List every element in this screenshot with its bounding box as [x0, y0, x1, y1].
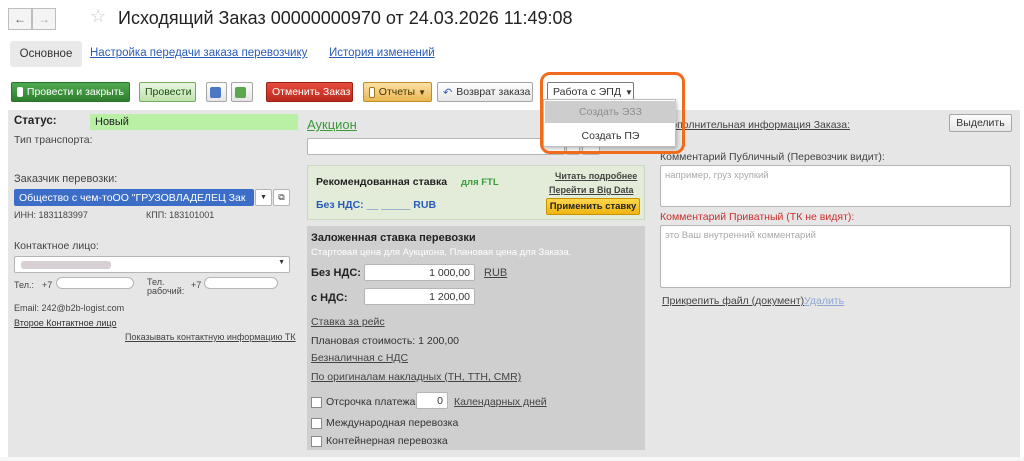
status-label: Статус: — [14, 115, 57, 127]
chevron-down-icon: ▼ — [278, 259, 285, 266]
customer-field[interactable]: Общество с чем-тоОО "ГРУЗОВЛАДЕЛЕЦ Зак — [14, 189, 254, 206]
with-vat-input[interactable]: 1 200,00 — [364, 288, 475, 305]
private-comment-textarea[interactable]: это Ваш внутренний комментарий — [660, 225, 1011, 288]
read-more-link[interactable]: Читать подробнее — [555, 171, 637, 181]
tab-carrier-settings[interactable]: Настройка передачи заказа перевозчику — [90, 47, 307, 59]
undo-arrow-icon: ↶ — [443, 86, 453, 99]
tel-input[interactable] — [56, 277, 134, 289]
tab-history[interactable]: История изменений — [329, 47, 435, 59]
return-order-button[interactable]: ↶ Возврат заказа — [437, 82, 533, 102]
cashless-link[interactable]: Безналичная с НДС — [311, 352, 408, 364]
save-button[interactable] — [206, 82, 227, 102]
customer-open-button[interactable]: ⧉ — [273, 189, 290, 206]
second-contact-link[interactable]: Второе Контактное лицо — [14, 318, 116, 328]
document-icon — [17, 87, 23, 97]
epd-dropdown-menu: Создать ЭЗЗ Создать ПЭ — [543, 99, 676, 147]
no-vat-label: Без НДС: — [311, 267, 361, 279]
deferral-input[interactable]: 0 — [416, 392, 448, 409]
chevron-down-icon: ▼ — [418, 87, 426, 97]
rec-no-vat: Без НДС: __ _____ RUB — [316, 199, 437, 211]
panel-bottom-strip — [0, 457, 1024, 461]
calendar-days-link[interactable]: Календарных дней — [454, 396, 547, 408]
auction-field[interactable] — [307, 138, 565, 155]
customer-label: Заказчик перевозки: — [14, 173, 118, 185]
reports-button[interactable]: Отчеты ▼ — [363, 82, 432, 102]
plan-cost-text: Плановая стоимость: 1 200,00 — [311, 335, 459, 347]
report-icon — [369, 86, 375, 98]
redacted-contact — [21, 261, 111, 269]
favorite-star-icon[interactable]: ☆ — [90, 6, 106, 27]
apply-rate-button[interactable]: Применить ставку — [546, 198, 640, 215]
email-text: Email: 242@b2b-logist.com — [14, 303, 125, 313]
forward-button[interactable]: → — [32, 8, 56, 30]
copy-button[interactable] — [231, 82, 253, 102]
rec-ftl: для FTL — [461, 177, 499, 188]
back-button[interactable]: ← — [8, 8, 32, 30]
tel-work-prefix: +7 — [191, 280, 202, 290]
arrow-right-icon: → — [38, 12, 50, 26]
additional-info-link[interactable]: Дополнительная информация Заказа: — [664, 119, 850, 131]
public-comment-label: Комментарий Публичный (Перевозчик видит)… — [660, 151, 885, 163]
no-vat-input[interactable]: 1 000,00 — [364, 264, 475, 281]
currency-link[interactable]: RUB — [484, 267, 507, 279]
chevron-down-icon: ▼ — [260, 194, 267, 201]
tel-work-label: Тел. рабочий: — [147, 277, 185, 296]
with-vat-label: с НДС: — [311, 292, 348, 304]
post-and-close-button[interactable]: Провести и закрыть — [11, 82, 130, 102]
attach-file-link[interactable]: Прикрепить файл (документ) — [662, 295, 804, 307]
by-originals-link[interactable]: По оригиналам накладных (ТН, ТТН, CMR) — [311, 371, 521, 383]
auction-link[interactable]: Аукцион — [307, 117, 357, 132]
rec-title: Рекомендованная ставка — [316, 176, 448, 188]
customer-dropdown-button[interactable]: ▼ — [255, 189, 272, 206]
floppy-disk-icon — [210, 86, 221, 98]
post-button[interactable]: Провести — [139, 82, 196, 102]
cancel-order-button[interactable]: Отменить Заказ — [266, 82, 353, 102]
kpp-text: КПП: 183101001 — [146, 210, 215, 220]
transport-type-label: Тип транспорта: — [14, 134, 93, 146]
planned-rate-title: Заложенная ставка перевозки — [311, 232, 476, 244]
go-big-data-link[interactable]: Перейти в Big Data — [549, 185, 634, 195]
create-ezz-menu-item[interactable]: Создать ЭЗЗ — [545, 101, 676, 123]
inn-text: ИНН: 1831183997 — [14, 210, 88, 220]
contact-field[interactable]: ▼ — [14, 256, 290, 273]
arrow-left-icon: ← — [14, 12, 26, 26]
chevron-down-icon: ▼ — [624, 87, 633, 97]
open-window-icon: ⧉ — [278, 192, 285, 202]
international-checkbox[interactable] — [311, 418, 322, 429]
recommended-rate-box: Рекомендованная ставка для FTL Читать по… — [307, 165, 645, 220]
rate-per-trip-link[interactable]: Ставка за рейс — [311, 316, 385, 328]
tab-main[interactable]: Основное — [10, 41, 82, 67]
public-comment-textarea[interactable]: например, груз хрупкий — [660, 165, 1011, 207]
deferral-label: Отсрочка платежа: — [326, 396, 419, 408]
select-button[interactable]: Выделить — [949, 114, 1012, 132]
tel-label: Тел.: — [14, 280, 34, 290]
page-title: Исходящий Заказ 00000000970 от 24.03.202… — [118, 8, 573, 28]
delete-link[interactable]: Удалить — [804, 295, 844, 307]
create-pe-menu-item[interactable]: Создать ПЭ — [545, 125, 676, 147]
contact-label: Контактное лицо: — [14, 240, 99, 252]
tel-work-input[interactable] — [204, 277, 278, 289]
private-comment-label: Комментарий Приватный (ТК не видят): — [660, 211, 855, 223]
show-tk-contact-link[interactable]: Показывать контактную информацию ТК — [125, 332, 296, 342]
tel-prefix: +7 — [42, 280, 53, 290]
international-label: Международная перевозка — [326, 417, 459, 429]
container-checkbox[interactable] — [311, 436, 322, 447]
planned-rate-subtitle: Стартовая цена для Аукциона, Плановая це… — [311, 247, 572, 258]
copy-document-icon — [235, 86, 246, 98]
container-label: Контейнерная перевозка — [326, 435, 448, 447]
status-value: Новый — [90, 114, 298, 130]
deferral-checkbox[interactable] — [311, 397, 322, 408]
